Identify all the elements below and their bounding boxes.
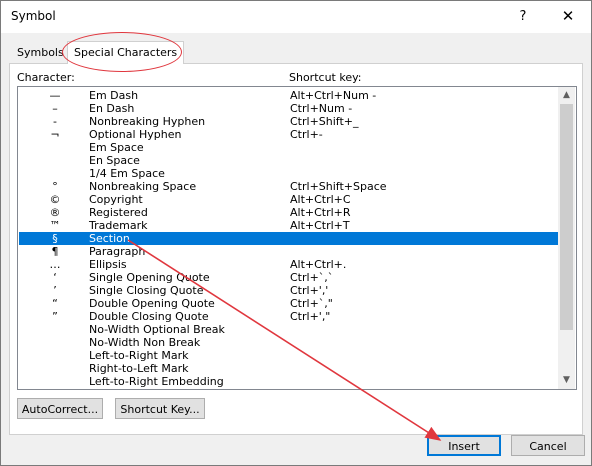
shortcut-key: Ctrl+Shift+_ bbox=[290, 115, 359, 128]
character-name: Registered bbox=[89, 206, 148, 219]
list-item[interactable]: – En Dash Ctrl+Num - bbox=[19, 102, 558, 115]
character-glyph: ° bbox=[52, 180, 58, 193]
character-name: Double Closing Quote bbox=[89, 310, 209, 323]
help-button[interactable]: ? bbox=[511, 7, 535, 27]
tab-symbols[interactable]: Symbols bbox=[17, 43, 64, 63]
list-item[interactable]: ‘ Single Opening Quote Ctrl+`,` bbox=[19, 271, 558, 284]
list-item[interactable]: En Space bbox=[19, 154, 558, 167]
character-name: En Dash bbox=[89, 102, 135, 115]
shortcut-key: Alt+Ctrl+Num - bbox=[290, 89, 377, 102]
close-button[interactable]: ✕ bbox=[553, 5, 583, 27]
list-item[interactable]: Left-to-Right Embedding bbox=[19, 375, 558, 388]
list-item[interactable]: ¶ Paragraph bbox=[19, 245, 558, 258]
shortcut-key: Ctrl+Shift+Space bbox=[290, 180, 387, 193]
character-glyph: ’ bbox=[53, 284, 57, 297]
list-item[interactable]: No-Width Non Break bbox=[19, 336, 558, 349]
shortcut-key: Alt+Ctrl+T bbox=[290, 219, 350, 232]
shortcut-key: Alt+Ctrl+. bbox=[290, 258, 347, 271]
character-name: Single Opening Quote bbox=[89, 271, 210, 284]
shortcut-key: Ctrl+',' bbox=[290, 284, 329, 297]
character-glyph: — bbox=[49, 89, 61, 102]
symbol-dialog: Symbol ? ✕ Symbols Special Characters Ch… bbox=[0, 0, 592, 466]
list-item[interactable]: … Ellipsis Alt+Ctrl+. bbox=[19, 258, 558, 271]
list-item[interactable]: - Nonbreaking Hyphen Ctrl+Shift+_ bbox=[19, 115, 558, 128]
list-item[interactable]: ” Double Closing Quote Ctrl+'," bbox=[19, 310, 558, 323]
shortcut-key: Alt+Ctrl+R bbox=[290, 206, 351, 219]
list-item[interactable]: Left-to-Right Mark bbox=[19, 349, 558, 362]
character-name: Left-to-Right Mark bbox=[89, 349, 189, 362]
list-item[interactable]: — Em Dash Alt+Ctrl+Num - bbox=[19, 89, 558, 102]
list-item[interactable]: ™ Trademark Alt+Ctrl+T bbox=[19, 219, 558, 232]
vertical-scrollbar[interactable]: ▲ ▼ bbox=[558, 87, 575, 389]
character-name: Double Opening Quote bbox=[89, 297, 215, 310]
character-glyph: § bbox=[52, 232, 58, 245]
character-name: Right-to-Left Mark bbox=[89, 362, 189, 375]
character-name: Paragraph bbox=[89, 245, 146, 258]
character-glyph: ™ bbox=[49, 219, 61, 232]
character-name: Nonbreaking Hyphen bbox=[89, 115, 206, 128]
character-name: En Space bbox=[89, 154, 140, 167]
character-name: Copyright bbox=[89, 193, 143, 206]
character-glyph: ¬ bbox=[50, 128, 60, 141]
list-item[interactable]: 1/4 Em Space bbox=[19, 167, 558, 180]
character-name: Left-to-Right Embedding bbox=[89, 375, 224, 388]
window-title: Symbol bbox=[11, 9, 56, 23]
character-name: Em Dash bbox=[89, 89, 139, 102]
list-item[interactable]: “ Double Opening Quote Ctrl+`," bbox=[19, 297, 558, 310]
list-item[interactable]: No-Width Optional Break bbox=[19, 323, 558, 336]
list-item[interactable]: § Section bbox=[19, 232, 558, 245]
character-name: No-Width Non Break bbox=[89, 336, 201, 349]
list-item[interactable]: ¬ Optional Hyphen Ctrl+- bbox=[19, 128, 558, 141]
character-glyph: – bbox=[52, 102, 58, 115]
character-name: Nonbreaking Space bbox=[89, 180, 197, 193]
shortcut-key: Ctrl+'," bbox=[290, 310, 331, 323]
list-item[interactable]: © Copyright Alt+Ctrl+C bbox=[19, 193, 558, 206]
shortcut-key: Ctrl+Num - bbox=[290, 102, 353, 115]
list-item[interactable]: Em Space bbox=[19, 141, 558, 154]
autocorrect-button[interactable]: AutoCorrect... bbox=[17, 398, 103, 419]
list-item[interactable]: ® Registered Alt+Ctrl+R bbox=[19, 206, 558, 219]
list-item[interactable]: ° Nonbreaking Space Ctrl+Shift+Space bbox=[19, 180, 558, 193]
character-name: No-Width Optional Break bbox=[89, 323, 225, 336]
shortcut-key: Alt+Ctrl+C bbox=[290, 193, 351, 206]
character-glyph: © bbox=[49, 193, 61, 206]
annotation-circle bbox=[62, 32, 182, 72]
character-glyph: ¶ bbox=[51, 245, 59, 258]
special-characters-list[interactable]: — Em Dash Alt+Ctrl+Num - – En Dash Ctrl+Num -… bbox=[17, 86, 577, 390]
scroll-thumb[interactable] bbox=[560, 104, 573, 330]
list-item[interactable]: Right-to-Left Mark bbox=[19, 362, 558, 375]
character-name: Em Space bbox=[89, 141, 144, 154]
list-item[interactable]: ’ Single Closing Quote Ctrl+',' bbox=[19, 284, 558, 297]
character-name: 1/4 Em Space bbox=[89, 167, 165, 180]
character-glyph: ® bbox=[49, 206, 61, 219]
shortcut-key: Ctrl+`," bbox=[290, 297, 333, 310]
character-name: Section bbox=[89, 232, 130, 245]
cancel-button[interactable]: Cancel bbox=[511, 435, 585, 456]
character-name: Trademark bbox=[89, 219, 148, 232]
shortcut-key-button[interactable]: Shortcut Key... bbox=[115, 398, 205, 419]
character-name: Single Closing Quote bbox=[89, 284, 204, 297]
insert-button[interactable]: Insert bbox=[427, 435, 501, 456]
character-glyph: - bbox=[53, 115, 57, 128]
character-name: Optional Hyphen bbox=[89, 128, 182, 141]
character-glyph: ‘ bbox=[53, 271, 57, 284]
scroll-up-arrow-icon[interactable]: ▲ bbox=[558, 87, 575, 104]
character-column-header: Character: bbox=[17, 71, 75, 84]
character-name: Ellipsis bbox=[89, 258, 127, 271]
character-glyph: … bbox=[49, 258, 61, 271]
shortcut-key: Ctrl+- bbox=[290, 128, 323, 141]
shortcut-key: Ctrl+`,` bbox=[290, 271, 334, 284]
title-bar: Symbol ? ✕ bbox=[1, 1, 591, 33]
scroll-down-arrow-icon[interactable]: ▼ bbox=[558, 372, 575, 389]
character-glyph: ” bbox=[52, 310, 58, 323]
character-glyph: “ bbox=[52, 297, 58, 310]
shortcut-column-header: Shortcut key: bbox=[289, 71, 362, 84]
